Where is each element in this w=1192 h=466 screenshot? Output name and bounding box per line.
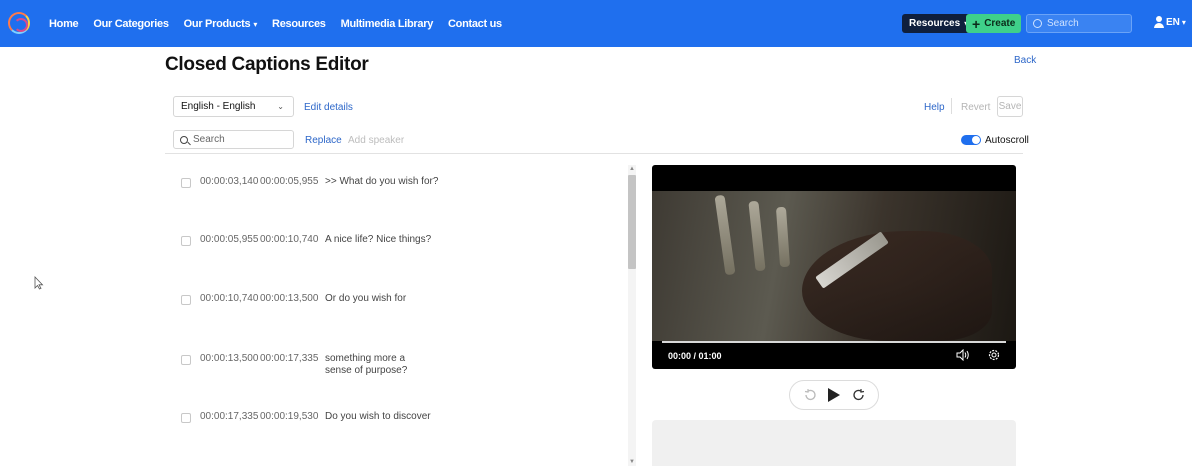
language-select-value: English - English (181, 101, 256, 112)
nav-link-label: Our Categories (93, 17, 169, 30)
caption-list: 00:00:03,140 00:00:05,955 >> What do you… (165, 160, 627, 466)
global-search-input[interactable]: Search (1026, 14, 1132, 33)
help-link[interactable]: Help (924, 102, 945, 113)
back-link[interactable]: Back (1014, 55, 1036, 66)
caption-start-time[interactable]: 00:00:03,140 (200, 176, 258, 187)
toolbar-divider (951, 98, 952, 114)
plus-icon: + (972, 15, 981, 32)
resources-button-label: Resources (909, 18, 961, 29)
language-code: EN (1166, 17, 1180, 28)
page-title: Closed Captions Editor (165, 54, 369, 75)
video-time: 00:00 / 01:00 (668, 351, 722, 361)
caption-search-input[interactable]: Search (173, 130, 294, 149)
nav-links: Home Our Categories Our Products ▾ Resour… (49, 0, 517, 47)
caption-start-time[interactable]: 00:00:10,740 (200, 293, 258, 304)
caption-checkbox[interactable] (181, 413, 191, 423)
nav-link-our-products[interactable]: Our Products ▾ (183, 17, 258, 30)
rewind-icon[interactable] (803, 388, 817, 402)
nav-link-multimedia-library[interactable]: Multimedia Library (340, 17, 434, 30)
chevron-down-icon: ▾ (1181, 18, 1186, 27)
save-button[interactable]: Save (997, 96, 1023, 117)
caption-checkbox[interactable] (181, 236, 191, 246)
caption-end-time[interactable]: 00:00:17,335 (260, 353, 318, 364)
nav-link-contact-us[interactable]: Contact us (448, 18, 502, 30)
toolbar-divider-line (165, 153, 1023, 154)
caption-checkbox[interactable] (181, 178, 191, 188)
add-speaker-link[interactable]: Add speaker (348, 135, 404, 146)
replace-link[interactable]: Replace (305, 135, 342, 146)
caption-end-time[interactable]: 00:00:13,500 (260, 293, 318, 304)
caption-text[interactable]: something more a sense of purpose? (325, 353, 407, 377)
caption-end-time[interactable]: 00:00:05,955 (260, 176, 318, 187)
nav-link-label: Multimedia Library (340, 17, 434, 30)
caption-text[interactable]: Or do you wish for (325, 293, 406, 305)
caption-start-time[interactable]: 00:00:17,335 (200, 411, 258, 422)
caption-row[interactable]: 00:00:13,500 00:00:17,335 something more… (165, 353, 627, 393)
gear-icon[interactable] (987, 348, 1001, 362)
autoscroll-toggle[interactable] (961, 135, 981, 145)
user-icon[interactable] (1154, 16, 1164, 28)
caption-text[interactable]: Do you wish to discover (325, 411, 431, 423)
edit-details-link[interactable]: Edit details (304, 102, 353, 113)
search-placeholder: Search (1047, 18, 1079, 29)
caption-checkbox[interactable] (181, 355, 191, 365)
caption-row[interactable]: 00:00:17,335 00:00:19,530 Do you wish to… (165, 411, 627, 451)
nav-link-label: Contact us (448, 17, 502, 30)
create-button-label: Create (984, 18, 1016, 29)
video-frame (652, 191, 1016, 341)
nav-link-label: Home (49, 17, 79, 30)
caption-end-time[interactable]: 00:00:10,740 (260, 234, 318, 245)
video-progress-bar[interactable] (662, 341, 1006, 343)
caption-checkbox[interactable] (181, 295, 191, 305)
caption-text[interactable]: >> What do you wish for? (325, 176, 438, 188)
caption-row[interactable]: 00:00:03,140 00:00:05,955 >> What do you… (165, 176, 627, 216)
autoscroll-label: Autoscroll (985, 135, 1029, 146)
caption-end-time[interactable]: 00:00:19,530 (260, 411, 318, 422)
top-navigation-bar: Home Our Categories Our Products ▾ Resour… (0, 0, 1192, 47)
caption-row[interactable]: 00:00:10,740 00:00:13,500 Or do you wish… (165, 293, 627, 333)
scrollbar-thumb[interactable] (628, 175, 636, 269)
caption-search-placeholder: Search (193, 134, 225, 145)
secondary-panel (652, 420, 1016, 466)
brand-logo[interactable] (8, 12, 30, 34)
resources-dropdown-button[interactable]: Resources ▾ (902, 14, 976, 33)
scroll-down-arrow-icon[interactable]: ▼ (629, 459, 635, 465)
nav-link-home[interactable]: Home (49, 17, 79, 30)
forward-icon[interactable] (852, 388, 866, 402)
revert-button[interactable]: Revert (961, 102, 990, 113)
nav-link-resources[interactable]: Resources (272, 18, 326, 30)
search-icon (1033, 19, 1042, 28)
video-player[interactable]: 00:00 / 01:00 (652, 165, 1016, 369)
nav-link-label: Our Products (183, 17, 251, 30)
volume-icon[interactable] (956, 349, 970, 361)
caption-start-time[interactable]: 00:00:13,500 (200, 353, 258, 364)
caption-language-select[interactable]: English - English ⌄ (173, 96, 294, 117)
create-button[interactable]: + Create (966, 14, 1022, 33)
caption-row[interactable]: 00:00:05,955 00:00:10,740 A nice life? N… (165, 234, 627, 274)
nav-link-label: Resources (272, 17, 326, 30)
chevron-down-icon: ▾ (253, 19, 258, 29)
caption-start-time[interactable]: 00:00:05,955 (200, 234, 258, 245)
caption-text[interactable]: A nice life? Nice things? (325, 234, 431, 246)
chevron-down-icon: ⌄ (277, 102, 284, 111)
playback-controls (789, 380, 879, 410)
search-icon (180, 135, 188, 144)
nav-link-our-categories[interactable]: Our Categories (93, 17, 169, 30)
language-switcher[interactable]: EN ▾ (1166, 17, 1186, 28)
scroll-up-arrow-icon[interactable]: ▲ (629, 166, 635, 172)
mouse-cursor-icon (34, 276, 44, 290)
play-icon[interactable] (827, 387, 841, 403)
